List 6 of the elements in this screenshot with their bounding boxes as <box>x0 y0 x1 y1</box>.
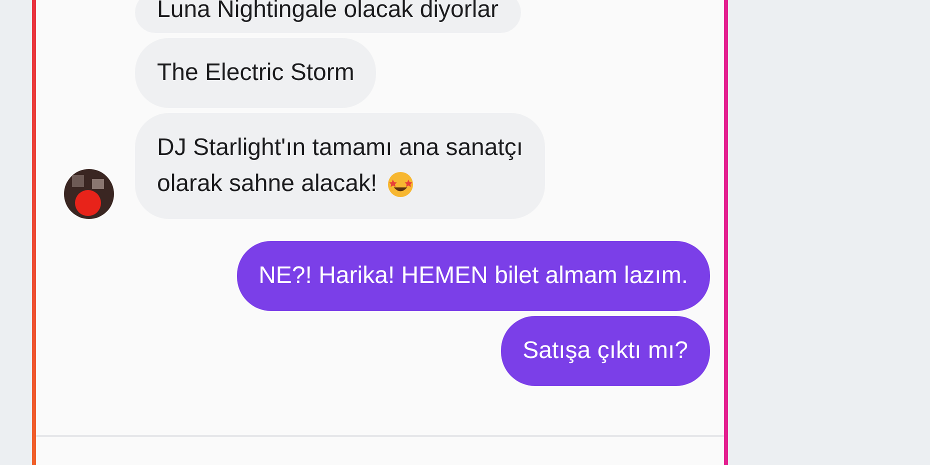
message-text: Satışa çıktı mı? <box>522 336 688 366</box>
message-text: olarak sahne alacak! <box>157 169 378 199</box>
star-struck-emoji-icon <box>387 170 414 198</box>
message-text: DJ Starlight'ın tamamı ana sanatçı <box>157 133 524 163</box>
message-text: NE?! Harika! HEMEN bilet almam lazım. <box>258 261 688 291</box>
message-text: The Electric Storm <box>157 58 354 88</box>
